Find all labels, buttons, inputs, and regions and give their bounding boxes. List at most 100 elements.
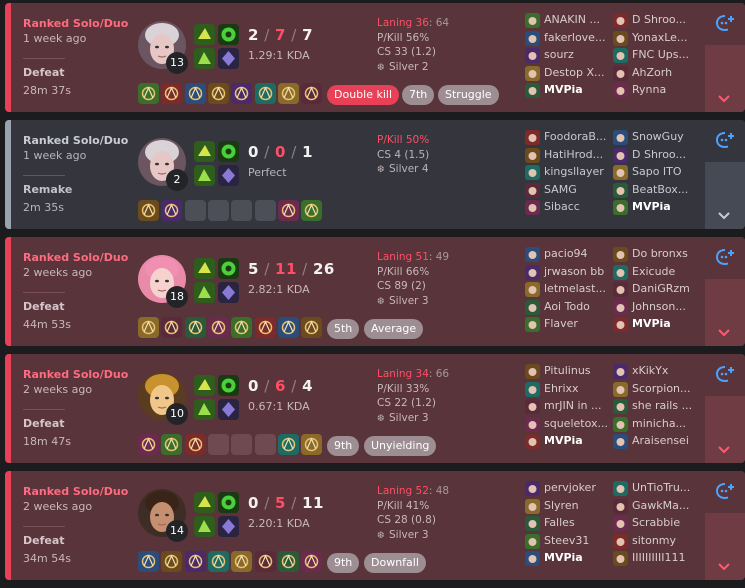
player-name[interactable]: kingsllayer [544, 165, 604, 178]
expand-chevron-icon[interactable] [717, 206, 731, 220]
player-name[interactable]: MVPia [544, 551, 583, 564]
ward-item-icon[interactable] [301, 551, 323, 572]
player-name[interactable]: IIIIIIIIII111 [632, 551, 685, 564]
share-icon[interactable] [714, 129, 736, 151]
team-player[interactable]: minicha... [613, 416, 703, 434]
player-name[interactable]: SnowGuy [632, 130, 684, 143]
item-slot[interactable] [231, 317, 253, 338]
team-player[interactable]: sourz [525, 47, 615, 65]
ward-item-icon[interactable] [301, 317, 323, 338]
player-name[interactable]: SAMG [544, 183, 577, 196]
match-card[interactable]: Ranked Solo/Duo 1 week ago Remake 2m 35s 2 0 … [5, 120, 745, 229]
match-card[interactable]: Ranked Solo/Duo 2 weeks ago Defeat 34m 54s 1… [5, 471, 745, 580]
player-name[interactable]: letmelast... [544, 282, 606, 295]
item-slot[interactable] [254, 317, 276, 338]
player-name[interactable]: jrwason bb [544, 265, 604, 278]
player-name[interactable]: AhZorh [632, 66, 672, 79]
player-name[interactable]: fakerlove... [544, 31, 605, 44]
team-player[interactable]: Falles [525, 515, 615, 533]
team-player[interactable]: Slyren [525, 498, 615, 516]
player-name[interactable]: MVPia [544, 434, 583, 447]
player-name[interactable]: pacio94 [544, 247, 588, 260]
team-player[interactable]: Steev31 [525, 533, 615, 551]
player-name[interactable]: Exicude [632, 265, 675, 278]
player-name[interactable]: sitonmy [632, 534, 676, 547]
player-name[interactable]: Steev31 [544, 534, 589, 547]
match-card[interactable]: Ranked Solo/Duo 1 week ago Defeat 28m 37s 13… [5, 3, 745, 112]
team-player[interactable]: letmelast... [525, 281, 615, 299]
player-name[interactable]: MVPia [544, 83, 583, 96]
team-player[interactable]: D Shroo... [613, 12, 703, 30]
item-slot[interactable] [207, 83, 229, 104]
ward-item-icon[interactable] [301, 83, 323, 104]
team-player[interactable]: jrwason bb [525, 264, 615, 282]
team-player[interactable]: MVPia [613, 199, 703, 217]
item-slot[interactable] [138, 317, 159, 338]
item-slot[interactable] [138, 83, 159, 104]
player-name[interactable]: Falles [544, 516, 575, 529]
team-player[interactable]: MVPia [613, 316, 703, 334]
expand-chevron-icon[interactable] [717, 323, 731, 337]
player-name[interactable]: squeletox... [544, 417, 608, 430]
item-slot[interactable] [184, 551, 206, 572]
player-name[interactable]: Destop X... [544, 66, 605, 79]
player-name[interactable]: D Shroo... [632, 13, 686, 26]
team-player[interactable]: SAMG [525, 182, 615, 200]
player-name[interactable]: Flaver [544, 317, 578, 330]
team-player[interactable]: Araisensei [613, 433, 703, 451]
item-slot[interactable] [277, 317, 299, 338]
team-player[interactable]: ANAKIN ... [525, 12, 615, 30]
expand-chevron-icon[interactable] [717, 440, 731, 454]
team-player[interactable]: fakerlove... [525, 30, 615, 48]
item-slot[interactable] [161, 200, 183, 221]
team-player[interactable]: Exicude [613, 264, 703, 282]
player-name[interactable]: UnTioTru... [632, 481, 690, 494]
team-player[interactable]: MVPia [525, 82, 615, 100]
player-name[interactable]: GawkMa... [632, 499, 689, 512]
player-name[interactable]: minicha... [632, 417, 686, 430]
team-player[interactable]: D Shroo... [613, 147, 703, 165]
share-icon[interactable] [714, 246, 736, 268]
team-player[interactable]: squeletox... [525, 416, 615, 434]
item-slot[interactable] [277, 200, 299, 221]
player-name[interactable]: Do bronxs [632, 247, 688, 260]
player-name[interactable]: Rynna [632, 83, 666, 96]
ward-item-icon[interactable] [301, 200, 323, 221]
team-player[interactable]: Sapo ITO [613, 164, 703, 182]
player-name[interactable]: Aoi Todo [544, 300, 590, 313]
player-name[interactable]: MVPia [632, 200, 671, 213]
item-slot[interactable] [138, 434, 159, 455]
expand-chevron-icon[interactable] [717, 89, 731, 103]
item-slot[interactable] [138, 200, 159, 221]
item-slot[interactable] [254, 551, 276, 572]
item-slot[interactable] [207, 317, 229, 338]
team-player[interactable]: SnowGuy [613, 129, 703, 147]
team-player[interactable]: Aoi Todo [525, 299, 615, 317]
team-player[interactable]: MVPia [525, 433, 615, 451]
team-player[interactable]: pacio94 [525, 246, 615, 264]
ward-item-icon[interactable] [301, 434, 323, 455]
player-name[interactable]: BeatBox... [632, 183, 688, 196]
team-player[interactable]: Pitulinus [525, 363, 615, 381]
team-player[interactable]: AhZorh [613, 65, 703, 83]
player-name[interactable]: FoodoraB... [544, 130, 606, 143]
team-player[interactable]: MVPia [525, 550, 615, 568]
team-player[interactable]: BeatBox... [613, 182, 703, 200]
share-icon[interactable] [714, 363, 736, 385]
team-player[interactable]: DaniGRzm [613, 281, 703, 299]
item-slot[interactable] [161, 551, 183, 572]
item-slot[interactable] [184, 83, 206, 104]
team-player[interactable]: sitonmy [613, 533, 703, 551]
team-player[interactable]: xKikYx [613, 363, 703, 381]
team-player[interactable]: pervjoker [525, 480, 615, 498]
item-slot[interactable] [231, 83, 253, 104]
player-name[interactable]: Scrabbie [632, 516, 680, 529]
match-card[interactable]: Ranked Solo/Duo 2 weeks ago Defeat 18m 47s 1… [5, 354, 745, 463]
item-slot[interactable] [277, 83, 299, 104]
team-player[interactable]: kingsllayer [525, 164, 615, 182]
team-player[interactable]: Johnson... [613, 299, 703, 317]
player-name[interactable]: Slyren [544, 499, 579, 512]
team-player[interactable]: mrJIN in ... [525, 398, 615, 416]
player-name[interactable]: Johnson... [632, 300, 686, 313]
item-slot[interactable] [184, 317, 206, 338]
